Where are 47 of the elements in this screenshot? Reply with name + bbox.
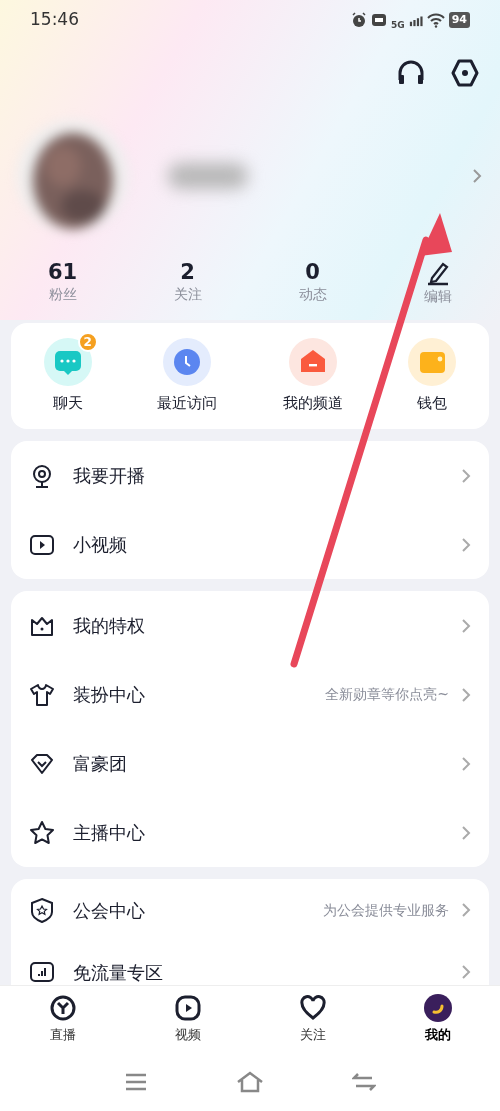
alarm-icon [351, 12, 368, 28]
avatar-icon [423, 994, 452, 1022]
chevron-right-icon [461, 467, 471, 484]
shortcut-label[interactable]: 我的频道 [282, 391, 343, 415]
chevron-right-icon [461, 686, 471, 703]
chart-icon [29, 959, 55, 985]
star-icon [29, 819, 55, 846]
shortcut-label[interactable]: 聊天 [52, 391, 83, 415]
menu-item[interactable]: 我要开播 [29, 441, 471, 510]
shortcut-label[interactable]: 最近访问 [157, 391, 218, 415]
chevron-right-icon [461, 824, 471, 841]
menu-item[interactable]: 装扮中心 全新勋章等你点亮~ [29, 660, 471, 729]
stat-label: 动态 [298, 285, 327, 305]
network-type: 5G [391, 20, 405, 30]
shirt-icon [29, 681, 55, 708]
tab-item[interactable]: 我的 [375, 994, 500, 1052]
stat-value: 2 [180, 260, 195, 285]
menu-item[interactable]: 富豪团 [29, 729, 471, 798]
settings-icon[interactable] [450, 58, 480, 88]
menu-item[interactable]: 小视频 [29, 510, 471, 579]
chevron-right-icon [461, 755, 471, 772]
menu-item[interactable]: 公会中心 为公会提供专业服务 [29, 879, 471, 941]
menu-item[interactable]: 我的特权 [29, 591, 471, 660]
menu-item[interactable]: 免流量专区 [29, 941, 471, 986]
play-icon [173, 994, 202, 1022]
chevron-right-icon [461, 902, 471, 918]
status-time: 15:46 [30, 8, 79, 32]
stat-label: 关注 [173, 285, 202, 305]
battery-level: 94 [448, 12, 470, 28]
heart-icon [298, 994, 327, 1022]
chevron-right-icon[interactable] [472, 168, 482, 184]
chevron-right-icon [461, 964, 471, 980]
chevron-right-icon [461, 617, 471, 634]
tab-item[interactable]: 视频 [125, 994, 250, 1052]
menu-item[interactable]: 主播中心 [29, 798, 471, 867]
home-icon[interactable] [236, 1071, 264, 1093]
wifi-icon [426, 12, 445, 28]
stat-value: 61 [47, 260, 78, 285]
chevron-right-icon [461, 536, 471, 553]
stat-label: 粉丝 [48, 285, 77, 305]
tab-item[interactable]: 直播 [0, 994, 125, 1052]
shortcut-label[interactable]: 钱包 [417, 391, 448, 415]
count-badge: 2 [77, 331, 98, 352]
menu-icon[interactable] [124, 1073, 148, 1091]
tab-item[interactable]: 关注 [250, 994, 375, 1052]
shield-icon [29, 897, 55, 923]
stat-value: 0 [305, 260, 320, 285]
